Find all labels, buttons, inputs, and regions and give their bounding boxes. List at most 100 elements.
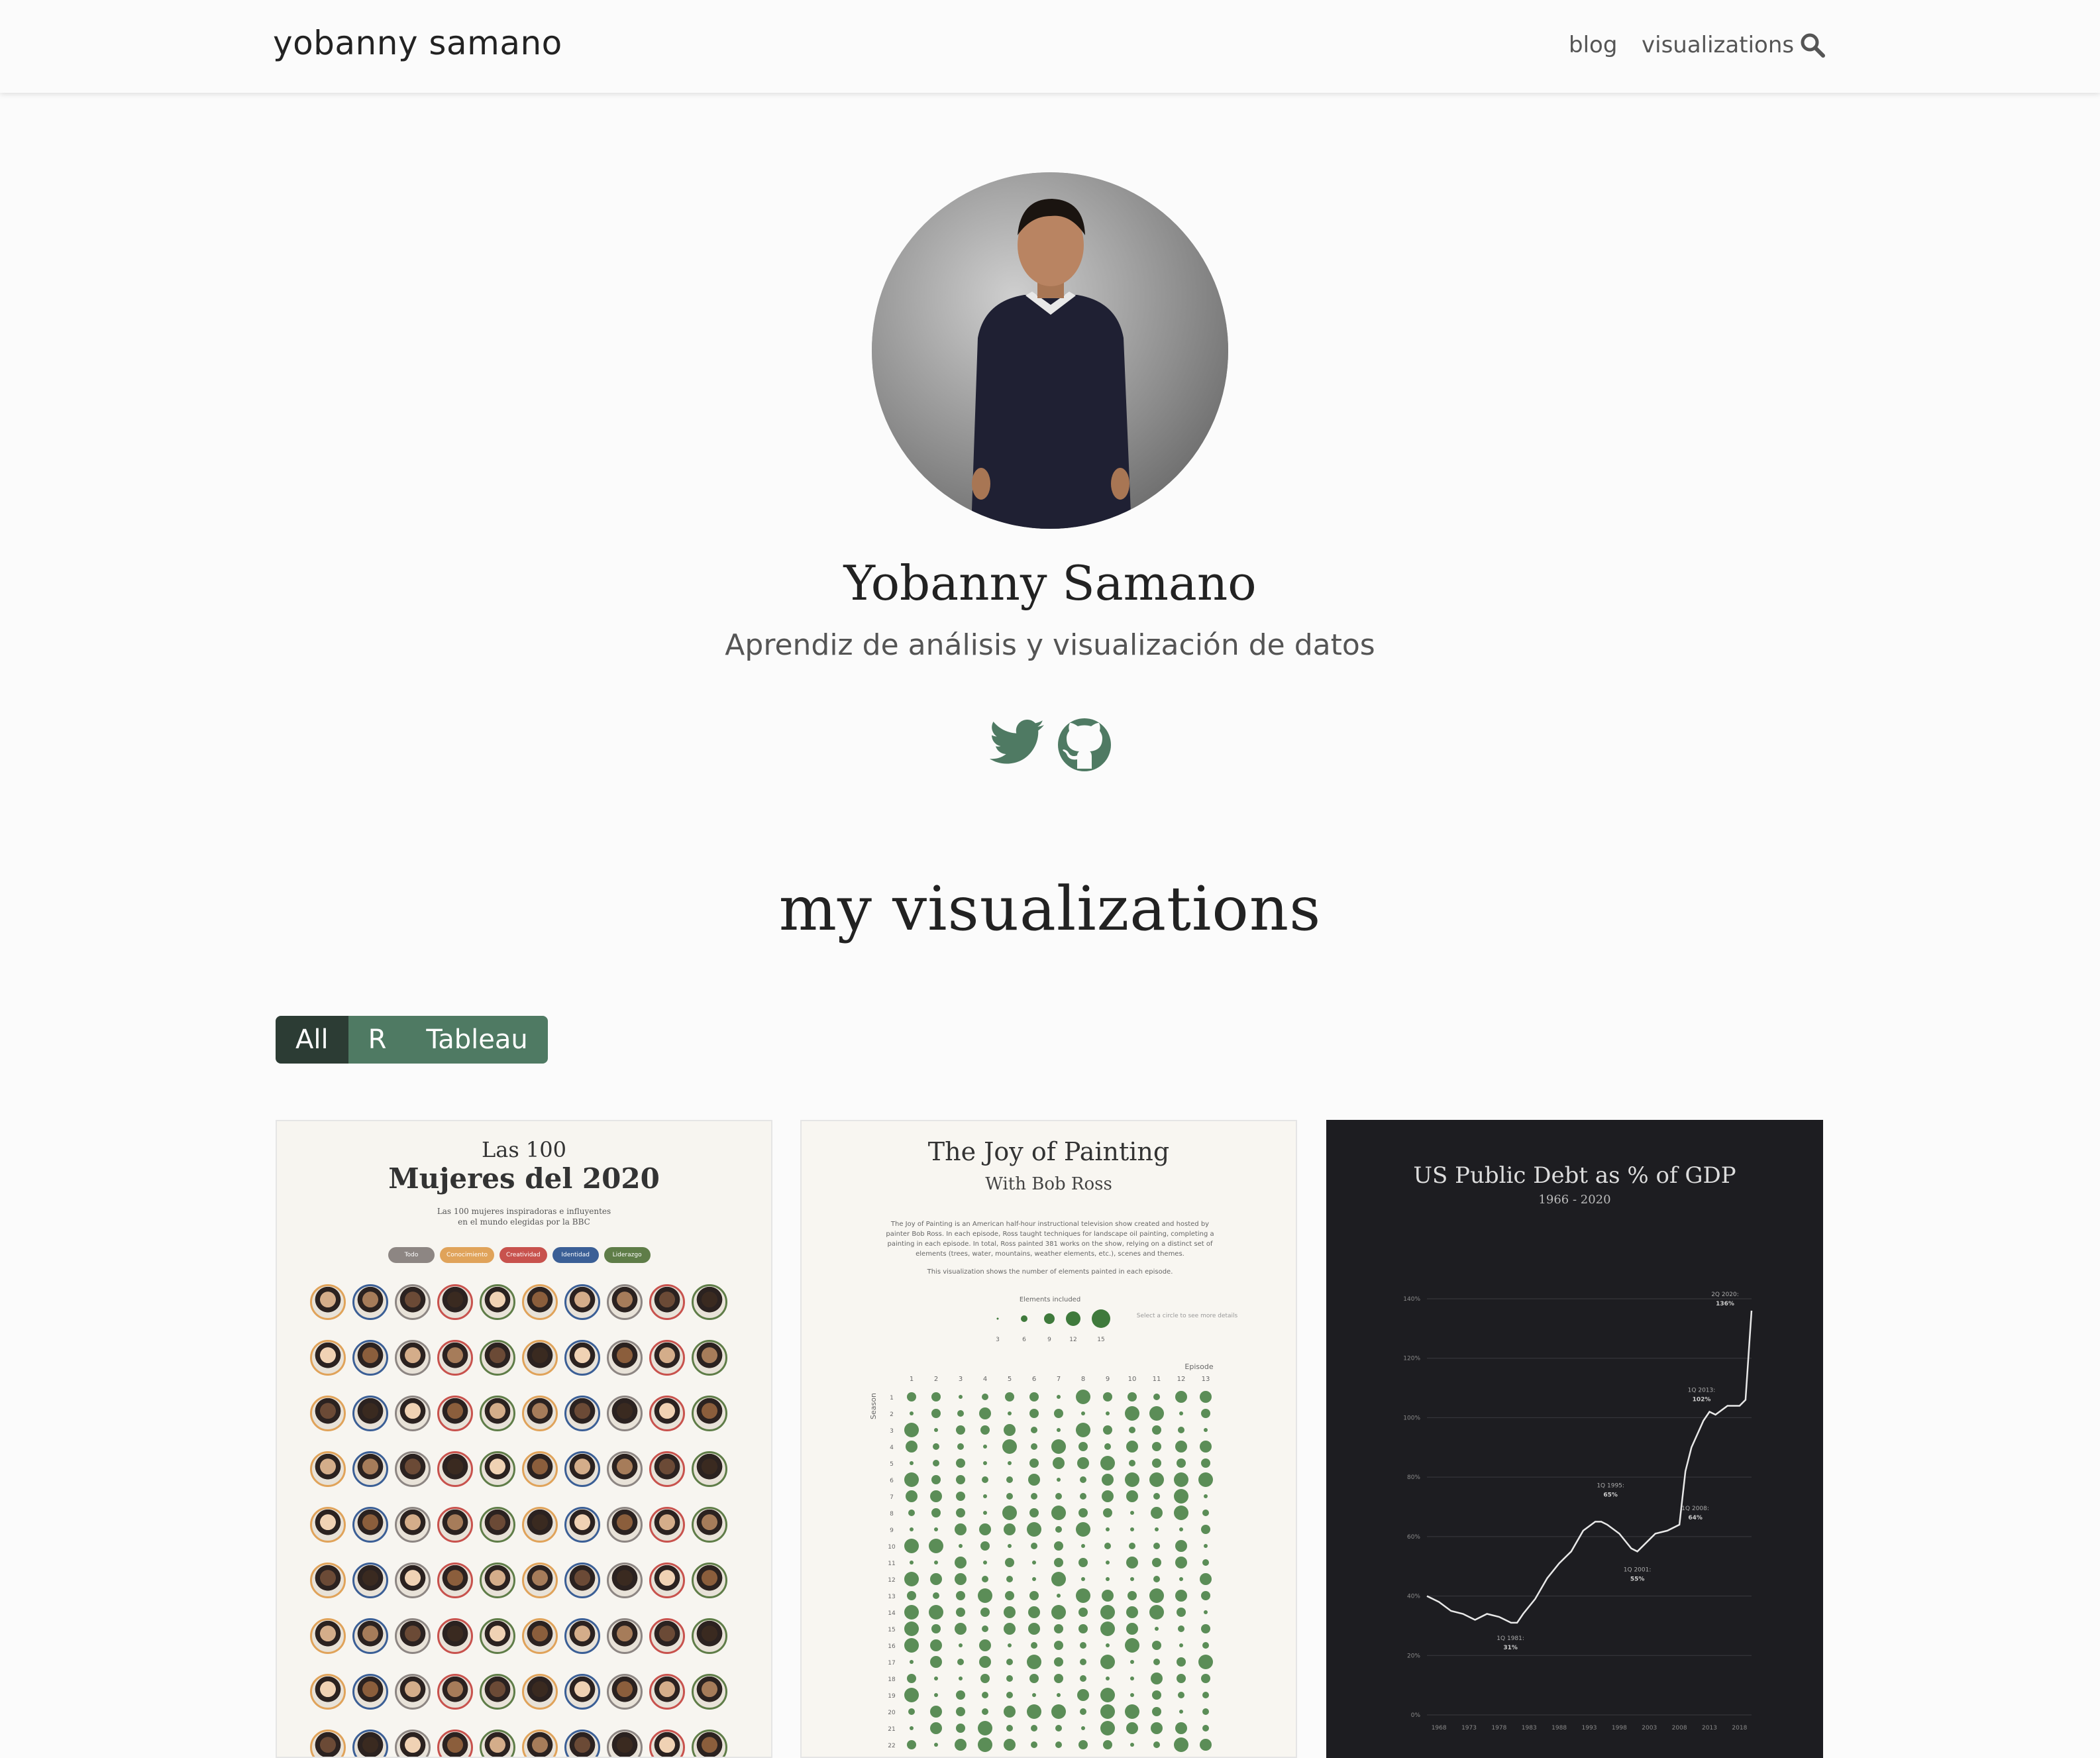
episode-dot[interactable] [1200,1441,1212,1453]
episode-dot[interactable] [1006,1476,1013,1483]
episode-dot[interactable] [1177,1657,1186,1667]
episode-dot[interactable] [929,1539,943,1553]
episode-dot[interactable] [904,1638,919,1653]
episode-dot[interactable] [1078,1740,1088,1749]
episode-dot[interactable] [1129,1460,1135,1466]
episode-dot[interactable] [1076,1522,1090,1537]
episode-dot[interactable] [931,1392,941,1401]
episode-dot[interactable] [1200,1573,1212,1585]
episode-dot[interactable] [1126,1557,1138,1568]
episode-dot[interactable] [1126,1722,1138,1734]
episode-dot[interactable] [1130,1660,1134,1664]
episode-dot[interactable] [1151,1673,1163,1684]
episode-dot[interactable] [934,1428,938,1432]
episode-dot[interactable] [1174,1472,1188,1487]
episode-dot[interactable] [1006,1659,1013,1665]
episode-dot[interactable] [1005,1591,1014,1600]
episode-dot[interactable] [1029,1674,1039,1683]
episode-dot[interactable] [1055,1493,1062,1500]
episode-dot[interactable] [1032,1577,1036,1581]
episode-dot[interactable] [1106,1676,1110,1680]
episode-dot[interactable] [1200,1739,1212,1751]
episode-dot[interactable] [1178,1625,1184,1632]
search-icon[interactable] [1799,32,1826,58]
episode-dot[interactable] [1174,1489,1188,1504]
episode-dot[interactable] [983,1445,987,1449]
episode-dot[interactable] [1179,1411,1183,1415]
episode-dot[interactable] [1008,1643,1012,1647]
episode-dot[interactable] [956,1724,965,1733]
viz-card-mujeres[interactable]: Las 100 Mujeres del 2020 Las 100 mujeres… [276,1120,772,1758]
episode-dot[interactable] [956,1492,965,1501]
episode-dot[interactable] [1201,1624,1210,1633]
episode-dot[interactable] [1028,1606,1040,1618]
episode-dot[interactable] [957,1659,964,1665]
episode-dot[interactable] [1201,1458,1210,1468]
episode-dot[interactable] [955,1557,967,1568]
episode-dot[interactable] [1125,1406,1139,1421]
episode-dot[interactable] [908,1708,915,1715]
episode-dot[interactable] [1081,1577,1085,1581]
episode-dot[interactable] [955,1523,967,1535]
episode-dot[interactable] [934,1561,938,1565]
episode-dot[interactable] [1051,1605,1066,1620]
episode-dot[interactable] [1152,1690,1161,1700]
episode-dot[interactable] [1125,1472,1139,1487]
episode-dot[interactable] [1055,1741,1062,1748]
episode-dot[interactable] [1125,1638,1139,1653]
episode-dot[interactable] [983,1461,987,1465]
episode-dot[interactable] [1128,1591,1137,1600]
episode-dot[interactable] [1002,1439,1017,1454]
episode-dot[interactable] [904,1688,919,1702]
episode-dot[interactable] [1100,1605,1115,1620]
episode-dot[interactable] [1178,1427,1184,1433]
episode-dot[interactable] [1006,1692,1013,1698]
episode-dot[interactable] [982,1476,988,1483]
site-brand[interactable]: yobanny samano [273,24,562,62]
episode-dot[interactable] [983,1511,987,1515]
filter-all-button[interactable]: All [276,1016,348,1064]
episode-dot[interactable] [1080,1476,1086,1483]
episode-dot[interactable] [1202,1510,1209,1516]
episode-dot[interactable] [1179,1527,1183,1531]
episode-dot[interactable] [1152,1425,1161,1435]
episode-dot[interactable] [1054,1641,1063,1650]
episode-dot[interactable] [1031,1443,1037,1450]
episode-dot[interactable] [1078,1442,1088,1451]
episode-dot[interactable] [1152,1558,1161,1567]
episode-dot[interactable] [1029,1508,1039,1517]
episode-dot[interactable] [957,1410,964,1417]
episode-dot[interactable] [933,1443,939,1450]
episode-dot[interactable] [930,1706,942,1718]
episode-dot[interactable] [956,1707,965,1716]
episode-dot[interactable] [1130,1511,1134,1515]
episode-dot[interactable] [1128,1392,1137,1401]
episode-dot[interactable] [1175,1441,1187,1453]
episode-dot[interactable] [1102,1590,1114,1602]
episode-dot[interactable] [1080,1708,1086,1715]
episode-dot[interactable] [956,1591,965,1600]
episode-dot[interactable] [956,1608,965,1617]
episode-dot[interactable] [1051,1704,1066,1719]
episode-dot[interactable] [1104,1543,1111,1549]
episode-dot[interactable] [1174,1737,1188,1752]
episode-dot[interactable] [1126,1441,1138,1453]
episode-dot[interactable] [1029,1591,1039,1600]
episode-dot[interactable] [1204,1494,1208,1498]
episode-dot[interactable] [1100,1456,1115,1470]
episode-dot[interactable] [1201,1525,1210,1534]
episode-dot[interactable] [910,1461,914,1465]
episode-dot[interactable] [931,1624,941,1633]
episode-dot[interactable] [1125,1704,1139,1719]
episode-dot[interactable] [1130,1693,1134,1697]
episode-dot[interactable] [1129,1427,1135,1433]
episode-dot[interactable] [1078,1624,1088,1633]
episode-dot[interactable] [955,1739,967,1751]
episode-dot[interactable] [930,1722,942,1734]
episode-dot[interactable] [933,1592,939,1599]
episode-dot[interactable] [910,1726,914,1730]
episode-dot[interactable] [934,1676,938,1680]
episode-dot[interactable] [1177,1608,1186,1617]
episode-dot[interactable] [979,1523,991,1535]
episode-dot[interactable] [1106,1643,1110,1647]
